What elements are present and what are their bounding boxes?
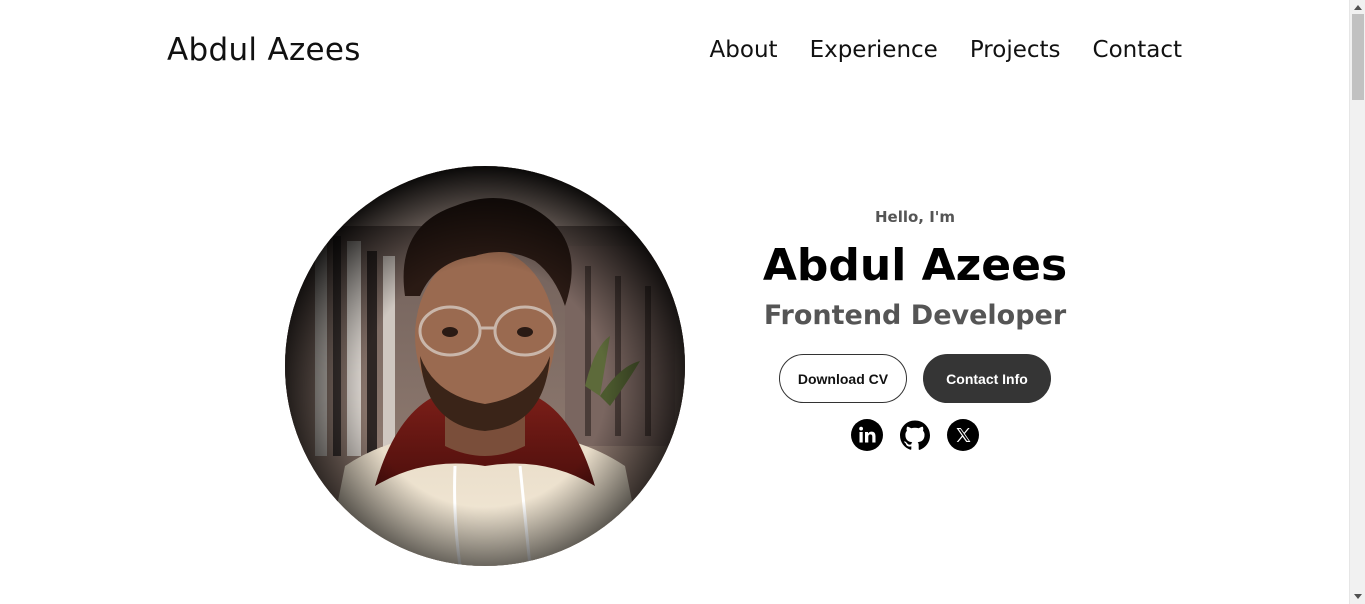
x-twitter-icon[interactable] (947, 419, 979, 451)
nav-link-projects[interactable]: Projects (970, 33, 1061, 67)
contact-info-button[interactable]: Contact Info (923, 354, 1051, 403)
hero-role: Frontend Developer (763, 300, 1067, 331)
hero-text: Hello, I'm Abdul Azees Frontend Develope… (740, 200, 1090, 451)
nav-link-contact[interactable]: Contact (1093, 33, 1182, 67)
top-nav: Abdul Azees About Experience Projects Co… (0, 0, 1349, 100)
site-logo[interactable]: Abdul Azees (167, 30, 361, 70)
nav-link-about[interactable]: About (710, 33, 778, 67)
github-icon[interactable] (899, 419, 931, 451)
scrollbar[interactable] (1349, 0, 1365, 604)
scroll-down-arrow-icon[interactable] (1350, 590, 1365, 604)
linkedin-icon[interactable] (851, 419, 883, 451)
download-cv-button[interactable]: Download CV (779, 354, 907, 403)
scroll-up-arrow-icon[interactable] (1350, 0, 1365, 14)
scroll-thumb[interactable] (1352, 14, 1364, 100)
nav-link-experience[interactable]: Experience (810, 33, 938, 67)
profile-photo (285, 166, 685, 566)
hero-name: Abdul Azees (762, 240, 1068, 291)
greeting-text: Hello, I'm (874, 208, 956, 226)
page: Abdul Azees About Experience Projects Co… (0, 0, 1365, 604)
nav-links: About Experience Projects Contact (710, 33, 1182, 67)
hero-buttons: Download CV Contact Info (740, 354, 1090, 403)
social-links (740, 419, 1090, 451)
